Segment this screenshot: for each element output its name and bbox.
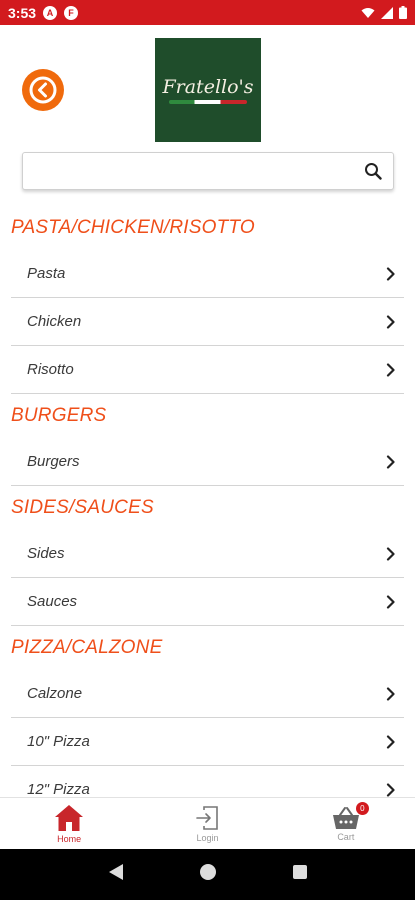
recents-icon — [292, 865, 307, 879]
menu-item-label: Sauces — [27, 593, 78, 610]
chevron-right-icon — [384, 594, 398, 609]
arrow-left-icon — [29, 76, 57, 104]
home-icon — [55, 804, 84, 831]
menu-item-label: Risotto — [27, 361, 74, 378]
wifi-icon — [361, 7, 375, 18]
menu-item-10-pizza[interactable]: 10" Pizza — [11, 718, 404, 766]
menu-item-chicken[interactable]: Chicken — [11, 298, 404, 346]
notification-icon-a: A — [43, 5, 58, 20]
nav-cart-label: Cart — [337, 831, 355, 842]
menu-item-risotto[interactable]: Risotto — [11, 346, 404, 394]
menu-item-label: Sides — [27, 545, 65, 562]
category-title: SIDES/SAUCES — [11, 497, 154, 518]
menu-item-label: Chicken — [27, 313, 82, 330]
back-icon — [108, 864, 123, 880]
logo-text: Fratello's — [162, 76, 254, 98]
bottom-nav: Home Login 0 Cart — [0, 797, 415, 849]
android-nav-bar — [0, 849, 415, 900]
chevron-right-icon — [384, 362, 398, 377]
menu-item-label: 12" Pizza — [27, 781, 90, 798]
status-bar: 3:53 A F — [0, 0, 415, 25]
menu-item-sides[interactable]: Sides — [11, 530, 404, 578]
category-title: PASTA/CHICKEN/RISOTTO — [11, 217, 255, 238]
system-home-button[interactable] — [199, 863, 217, 886]
search-bar — [22, 152, 394, 190]
menu-item-label: Burgers — [27, 453, 80, 470]
menu-item-sauces[interactable]: Sauces — [11, 578, 404, 626]
menu-item-calzone[interactable]: Calzone — [11, 670, 404, 718]
battery-icon — [399, 6, 407, 19]
search-input[interactable] — [23, 153, 353, 189]
nav-home[interactable]: Home — [0, 798, 138, 849]
notification-icon-f: F — [64, 5, 79, 20]
search-icon — [365, 163, 382, 180]
nav-login-label: Login — [196, 832, 219, 843]
nav-cart[interactable]: 0 Cart — [277, 798, 415, 849]
menu-item-label: Pasta — [27, 265, 66, 282]
chevron-right-icon — [384, 734, 398, 749]
chevron-right-icon — [384, 686, 398, 701]
nav-login[interactable]: Login — [138, 798, 276, 849]
menu-item-label: Calzone — [27, 685, 83, 702]
menu-item-pasta[interactable]: Pasta — [11, 250, 404, 298]
cart-count-badge: 0 — [355, 802, 369, 815]
login-icon — [196, 805, 219, 830]
restaurant-logo: Fratello's — [155, 38, 261, 142]
back-button[interactable] — [22, 69, 64, 111]
logo-flag-stripe — [169, 100, 247, 104]
menu-item-burgers[interactable]: Burgers — [11, 438, 404, 486]
home-circle-icon — [199, 864, 216, 880]
chevron-right-icon — [384, 314, 398, 329]
status-icons — [361, 6, 407, 19]
status-time: 3:53 — [8, 4, 37, 21]
menu-item-label: 10" Pizza — [27, 733, 90, 750]
nav-home-label: Home — [57, 833, 82, 844]
signal-icon — [381, 6, 393, 19]
app-screen: 3:53 A F Fratello's PASTA/CHICKEN/RISOTT… — [0, 0, 415, 900]
search-button[interactable] — [353, 153, 393, 189]
system-recents-button[interactable] — [292, 864, 308, 885]
category-title: PIZZA/CALZONE — [11, 637, 163, 658]
category-title: BURGERS — [11, 405, 107, 426]
chevron-right-icon — [384, 782, 398, 797]
chevron-right-icon — [384, 546, 398, 561]
chevron-right-icon — [384, 454, 398, 469]
menu-list: PASTA/CHICKEN/RISOTTO Pasta Chicken Riso… — [0, 206, 415, 814]
system-back-button[interactable] — [108, 863, 124, 886]
chevron-right-icon — [384, 266, 398, 281]
